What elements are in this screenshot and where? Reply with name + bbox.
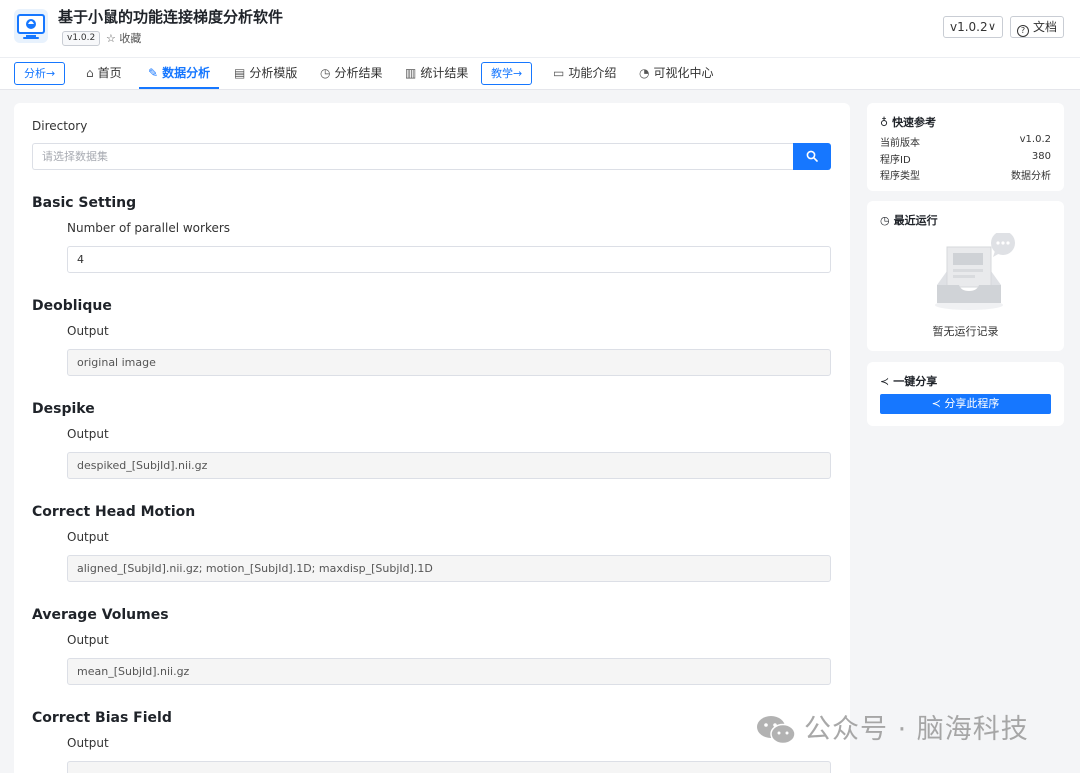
section-title-head-motion: Correct Head Motion	[32, 504, 196, 520]
home-icon: ⌂	[86, 66, 94, 80]
recent-runs-card: ◷ 最近运行 暂无运行记录	[867, 201, 1064, 351]
main-panel: Directory 请选择数据集 Basic Setting Number of…	[14, 103, 850, 773]
field-label-deoblique-output: Output	[67, 324, 109, 338]
app-logo-icon	[14, 9, 48, 43]
directory-search-button[interactable]	[793, 143, 831, 170]
nav-data-analysis[interactable]: ✎ 数据分析	[139, 58, 220, 89]
empty-inbox-icon	[935, 233, 1015, 310]
quick-ref-key: 程序ID	[880, 155, 911, 166]
clock-icon: ◷	[880, 214, 890, 227]
nav-home-label: 首页	[97, 66, 122, 80]
document-icon: ▤	[234, 66, 246, 80]
chevron-down-icon: ∨	[987, 20, 996, 33]
quick-ref-key: 程序类型	[880, 171, 920, 182]
nav-features[interactable]: ▭ 功能介绍	[553, 58, 616, 89]
nav-stat-results-label: 统计结果	[420, 66, 469, 80]
version-badge: v1.0.2	[62, 31, 101, 46]
section-title-bias-field: Correct Bias Field	[32, 710, 172, 726]
version-select[interactable]: v1.0.2 ∨	[943, 16, 1003, 38]
parallel-workers-input[interactable]: 4	[67, 246, 831, 273]
history-icon: ◷	[320, 66, 331, 80]
section-title-basic-setting: Basic Setting	[32, 195, 137, 211]
recent-runs-empty-text: 暂无运行记录	[932, 325, 999, 338]
share-title: ≺ 一键分享	[880, 373, 937, 389]
nav-stat-results[interactable]: ▥ 统计结果	[405, 58, 468, 89]
head-motion-output-field: aligned_[SubjId].nii.gz; motion_[SubjId]…	[67, 555, 831, 582]
recent-runs-title: ◷ 最近运行	[880, 212, 938, 228]
watermark-text: 公众号 · 脑海科技	[804, 714, 1029, 745]
share-button-icon: ≺	[931, 397, 945, 410]
nav-visualization-label: 可视化中心	[653, 66, 714, 80]
field-label-average-volumes-output: Output	[67, 633, 109, 647]
section-title-deoblique: Deoblique	[32, 298, 112, 314]
nav-analysis-results[interactable]: ◷ 分析结果	[320, 58, 383, 89]
quick-ref-key: 当前版本	[880, 138, 920, 149]
nav-features-label: 功能介绍	[568, 66, 617, 80]
despike-output-field: despiked_[SubjId].nii.gz	[67, 452, 831, 479]
share-card: ≺ 一键分享 ≺ 分享此程序	[867, 362, 1064, 426]
favorite-button[interactable]: ☆ 收藏	[106, 30, 141, 46]
nav-analysis-results-label: 分析结果	[334, 66, 383, 80]
nav-pill-teaching[interactable]: 教学→	[481, 62, 533, 85]
quick-reference-title: ♁ 快速参考	[880, 114, 936, 130]
directory-label: Directory	[32, 119, 88, 133]
field-label-despike-output: Output	[67, 427, 109, 441]
nav-analysis-template[interactable]: ▤ 分析模版	[234, 58, 297, 89]
wechat-icon	[757, 716, 796, 745]
monitor-icon: ▭	[553, 66, 565, 80]
pie-chart-icon: ◔	[639, 66, 650, 80]
lightbulb-icon: ♁	[880, 116, 889, 129]
field-label-bias-field-output: Output	[67, 736, 109, 750]
directory-input[interactable]: 请选择数据集	[32, 143, 794, 170]
quick-reference-card: ♁ 快速参考 当前版本 v1.0.2 程序ID 380 程序类型 数据分析	[867, 103, 1064, 191]
section-title-despike: Despike	[32, 401, 95, 417]
field-label-workers: Number of parallel workers	[67, 221, 231, 235]
nav-visualization[interactable]: ◔ 可视化中心	[639, 58, 714, 89]
app-title: 基于小鼠的功能连接梯度分析软件	[58, 8, 284, 26]
bias-field-output-field	[67, 761, 831, 773]
app-header: 基于小鼠的功能连接梯度分析软件 v1.0.2 ☆ 收藏 v1.0.2 ∨ ? 文档	[0, 0, 1080, 58]
share-icon: ≺	[880, 375, 890, 388]
quick-ref-value: 数据分析	[1011, 171, 1051, 182]
nav-home[interactable]: ⌂ 首页	[86, 58, 122, 89]
section-title-average-volumes: Average Volumes	[32, 607, 169, 623]
share-button-label: 分享此程序	[944, 397, 1000, 410]
recent-runs-title-text: 最近运行	[893, 214, 938, 227]
search-icon	[806, 150, 818, 162]
question-icon: ?	[1016, 25, 1029, 37]
nav-pill-analysis[interactable]: 分析→	[14, 62, 66, 85]
nav-data-analysis-label: 数据分析	[162, 66, 211, 80]
version-select-value: v1.0.2	[950, 20, 988, 34]
main-nav: 分析→ ⌂ 首页 ✎ 数据分析 ▤ 分析模版 ◷ 分析结果 ▥ 统计结果 教学→ ▭ 功能介…	[0, 58, 1080, 90]
field-label-head-motion-output: Output	[67, 530, 109, 544]
quick-reference-title-text: 快速参考	[892, 116, 937, 129]
share-program-button[interactable]: ≺ 分享此程序	[880, 394, 1051, 414]
average-volumes-output-field: mean_[SubjId].nii.gz	[67, 658, 831, 685]
docs-button[interactable]: ? 文档	[1010, 16, 1064, 38]
deoblique-output-field: original image	[67, 349, 831, 376]
edit-icon: ✎	[148, 66, 159, 80]
nav-analysis-template-label: 分析模版	[249, 66, 298, 80]
quick-ref-value: 380	[1031, 151, 1051, 162]
docs-label: 文档	[1032, 20, 1057, 34]
bar-chart-icon: ▥	[405, 66, 417, 80]
quick-ref-value: v1.0.2	[1019, 134, 1051, 145]
share-title-text: 一键分享	[893, 375, 938, 388]
